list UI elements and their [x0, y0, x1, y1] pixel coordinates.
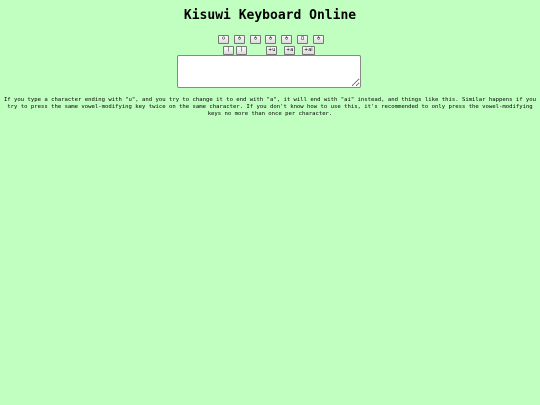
usage-note-line: keys no more than once per character.	[207, 111, 333, 117]
vowel-ai-button[interactable]: +ai	[302, 46, 315, 55]
key-button[interactable]: ㅎ	[234, 35, 245, 44]
page-title: Kisuwi Keyboard Online	[183, 8, 357, 23]
key-button[interactable]: ㅎ	[313, 35, 324, 44]
key-button[interactable]: ㅎ	[281, 35, 292, 44]
key-button[interactable]: ㅣ	[236, 46, 247, 55]
vowel-u-button[interactable]: +u	[266, 46, 278, 55]
text-input-area[interactable]	[177, 55, 361, 88]
vowel-a-button[interactable]: +a	[284, 46, 296, 55]
usage-note-line: If you type a character ending with "u",…	[3, 97, 537, 103]
key-button[interactable]: ㅣ	[223, 46, 234, 55]
key-button[interactable]: ㅇ	[218, 35, 229, 44]
usage-note: If you type a character ending with "u",…	[0, 97, 540, 118]
keyboard-row-1: ㅇ ㅎ ㅎ ㅎ ㅎ ㅁ ㅎ	[0, 35, 540, 44]
usage-note-line: try to press the same vowel-modifying ke…	[7, 104, 533, 110]
key-button[interactable]: ㅎ	[250, 35, 261, 44]
keyboard-row-2: ㅣ ㅣ +u +a +ai	[0, 46, 540, 55]
key-button[interactable]: ㅎ	[265, 35, 276, 44]
page: Kisuwi Keyboard Online ㅇ ㅎ ㅎ ㅎ ㅎ ㅁ ㅎ ㅣ ㅣ…	[0, 0, 540, 405]
key-button[interactable]: ㅁ	[297, 35, 308, 44]
